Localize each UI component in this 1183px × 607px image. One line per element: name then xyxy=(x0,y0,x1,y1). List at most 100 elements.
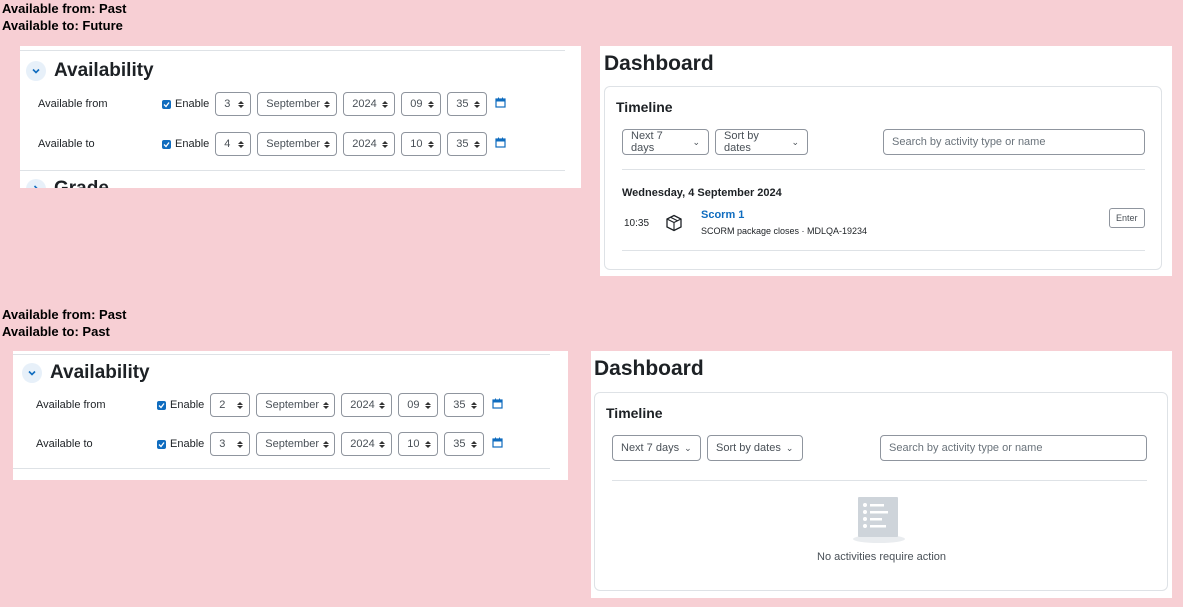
search-input[interactable]: Search by activity type or name xyxy=(883,129,1145,155)
divider xyxy=(20,170,565,171)
enable-checkbox[interactable]: Enable xyxy=(157,438,204,450)
year-select[interactable]: 2024 xyxy=(341,393,393,417)
day-filter-dropdown[interactable]: Next 7 days ⌄ xyxy=(622,129,709,155)
sort-label: Sort by dates xyxy=(716,442,781,454)
day-select[interactable]: 2 xyxy=(210,393,251,417)
day-select[interactable]: 4 xyxy=(215,132,252,156)
year-value: 2024 xyxy=(352,138,377,150)
chevron-down-icon[interactable] xyxy=(22,363,42,383)
enable-label: Enable xyxy=(170,399,205,411)
page-title: Dashboard xyxy=(604,52,714,75)
available-to-label: Available to xyxy=(38,138,95,150)
availability-section-header[interactable]: Availability xyxy=(22,362,150,384)
minute-value: 35 xyxy=(456,98,469,110)
hour-value: 09 xyxy=(410,98,423,110)
check-icon[interactable] xyxy=(157,400,166,410)
enable-checkbox[interactable]: Enable xyxy=(162,138,209,150)
calendar-icon[interactable] xyxy=(492,398,503,412)
calendar-icon[interactable] xyxy=(492,437,503,451)
month-select[interactable]: September xyxy=(257,92,338,116)
month-value: September xyxy=(265,399,320,411)
search-placeholder: Search by activity type or name xyxy=(889,442,1043,454)
minute-value: 35 xyxy=(453,399,466,411)
select-caret-icon xyxy=(474,140,481,148)
timeline-block: Timeline Next 7 days ⌄ Sort by dates ⌄ Sea… xyxy=(594,392,1168,591)
enable-label: Enable xyxy=(175,98,210,110)
year-select[interactable]: 2024 xyxy=(343,132,396,156)
select-caret-icon xyxy=(323,401,330,409)
month-value: September xyxy=(265,438,320,450)
select-caret-icon xyxy=(474,100,481,108)
select-caret-icon xyxy=(323,440,330,448)
day-value: 3 xyxy=(219,438,226,450)
day-filter-dropdown[interactable]: Next 7 days ⌄ xyxy=(612,435,701,461)
section-title: Availability xyxy=(54,60,154,81)
scenario2-caption-from: Available from: Past xyxy=(2,307,127,322)
check-icon[interactable] xyxy=(162,139,171,149)
chevron-right-icon[interactable] xyxy=(26,179,46,188)
scenario2-caption-to: Available to: Past xyxy=(2,324,110,339)
divider xyxy=(612,480,1147,481)
year-select[interactable]: 2024 xyxy=(343,92,396,116)
minute-value: 35 xyxy=(456,138,469,150)
available-from-label: Available from xyxy=(38,98,108,110)
scenario2-availability-panel: Availability Available from Enable 2 Sep… xyxy=(13,351,568,480)
calendar-icon[interactable] xyxy=(495,137,506,151)
year-value: 2024 xyxy=(350,438,375,450)
chevron-down-icon: ⌄ xyxy=(692,136,700,147)
enable-checkbox[interactable]: Enable xyxy=(157,399,204,411)
available-to-row: Available to Enable 3 September 2024 10 … xyxy=(36,432,503,456)
select-caret-icon xyxy=(238,100,245,108)
sort-dropdown[interactable]: Sort by dates ⌄ xyxy=(715,129,808,155)
availability-section-header[interactable]: Availability xyxy=(26,60,154,82)
section-title: Availability xyxy=(50,362,150,383)
day-select[interactable]: 3 xyxy=(210,432,251,456)
check-icon[interactable] xyxy=(162,99,171,109)
search-input[interactable]: Search by activity type or name xyxy=(880,435,1147,461)
day-value: 4 xyxy=(224,138,231,150)
minute-select[interactable]: 35 xyxy=(447,92,488,116)
day-select[interactable]: 3 xyxy=(215,92,252,116)
check-icon[interactable] xyxy=(157,439,166,449)
minute-select[interactable]: 35 xyxy=(444,393,485,417)
sort-dropdown[interactable]: Sort by dates ⌄ xyxy=(707,435,803,461)
select-caret-icon xyxy=(428,100,435,108)
month-select[interactable]: September xyxy=(256,432,336,456)
empty-list-icon xyxy=(851,495,907,548)
day-filter-label: Next 7 days xyxy=(621,442,680,454)
calendar-icon[interactable] xyxy=(495,97,506,111)
event-name-link[interactable]: Scorm 1 xyxy=(701,209,744,221)
enable-checkbox[interactable]: Enable xyxy=(162,98,209,110)
select-caret-icon xyxy=(382,100,389,108)
chevron-down-icon: ⌄ xyxy=(684,442,692,453)
hour-select[interactable]: 09 xyxy=(401,92,442,116)
chevron-down-icon[interactable] xyxy=(26,61,46,81)
timeline-title: Timeline xyxy=(616,99,673,115)
minute-select[interactable]: 35 xyxy=(447,132,488,156)
available-from-label: Available from xyxy=(36,399,106,411)
hour-select[interactable]: 10 xyxy=(398,432,439,456)
scenario1-availability-panel: Availability Available from Enable 3 Sep… xyxy=(20,46,581,188)
scenario1-caption-to: Available to: Future xyxy=(2,18,123,33)
select-caret-icon xyxy=(237,440,244,448)
available-from-row: Available from Enable 3 September 2024 0… xyxy=(38,92,506,116)
month-select[interactable]: September xyxy=(256,393,336,417)
select-caret-icon xyxy=(238,140,245,148)
divider xyxy=(20,50,565,51)
minute-value: 35 xyxy=(453,438,466,450)
minute-select[interactable]: 35 xyxy=(444,432,485,456)
timeline-title: Timeline xyxy=(606,405,663,421)
select-caret-icon xyxy=(425,440,432,448)
month-select[interactable]: September xyxy=(257,132,338,156)
year-select[interactable]: 2024 xyxy=(341,432,393,456)
event-time: 10:35 xyxy=(624,218,650,229)
hour-value: 09 xyxy=(407,399,420,411)
enter-button[interactable]: Enter xyxy=(1109,208,1145,228)
hour-select[interactable]: 09 xyxy=(398,393,439,417)
select-caret-icon xyxy=(428,140,435,148)
grade-section-header[interactable]: Grade xyxy=(26,178,109,188)
enable-label: Enable xyxy=(170,438,205,450)
hour-select[interactable]: 10 xyxy=(401,132,442,156)
select-caret-icon xyxy=(382,140,389,148)
divider xyxy=(622,169,1145,170)
